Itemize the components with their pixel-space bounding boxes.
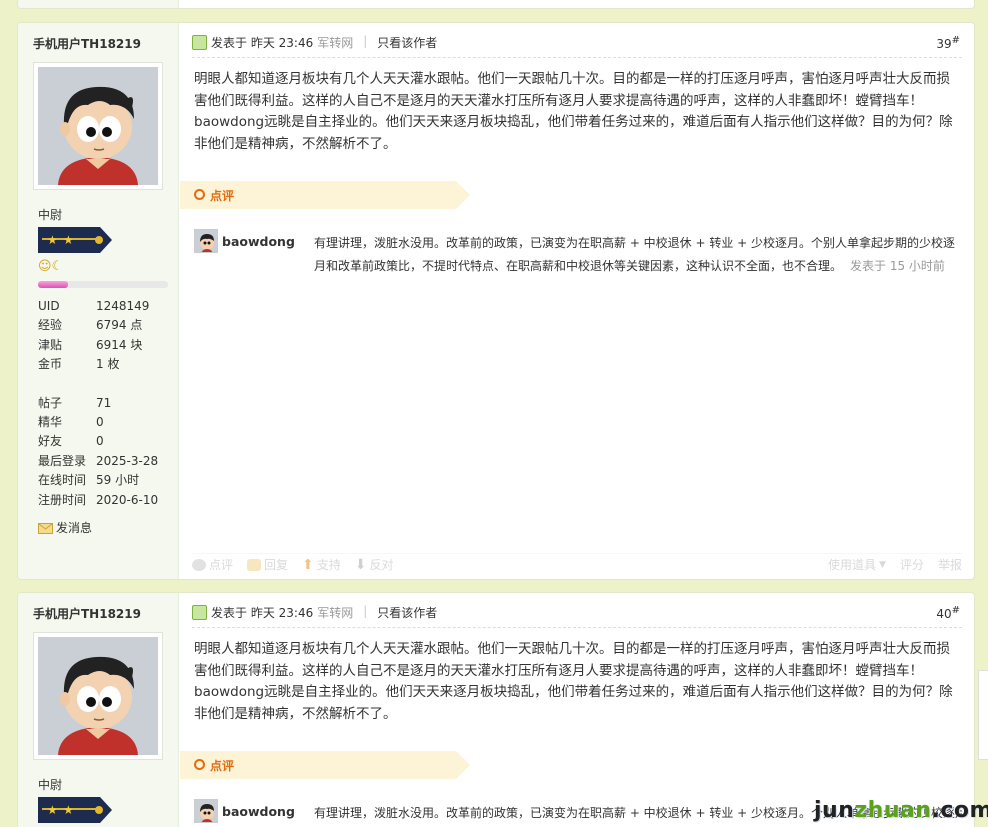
floor-number[interactable]: 40# [936,605,960,621]
comment-time: 发表于 15 小时前 [850,259,945,273]
stat-row-coins: 金币 1 枚 [38,357,120,372]
rank-badge-icon: ★ ★ [38,227,112,253]
send-message-button[interactable]: 发消息 [38,519,92,536]
comment-text: 有理讲理，泼脏水没用。改革前的政策，已演变为在职高薪 + 中校退休 + 转业 +… [314,236,956,273]
stat-row-uid: UID 1248149 [38,299,150,313]
rate-button[interactable]: 评分 [900,556,924,573]
svg-text:★: ★ [47,233,58,247]
stat-row-register-time: 注册时间 2020-6-10 [38,492,159,507]
rank-title: 中尉 [38,208,63,222]
thumb-down-icon: ⬇ [354,556,367,573]
level-progress-bar [38,281,168,288]
reply-icon [247,558,262,571]
reply-button[interactable]: 回复 [247,556,288,573]
oppose-button[interactable]: ⬇ 反对 [355,556,394,573]
svg-text:★: ★ [63,233,74,247]
rank-title: 中尉 [38,778,63,792]
author-stats: UID 1248149 经验 6794 点 津贴 6914 块 金币 1 枚 帖子 71 … [38,297,178,510]
online-status-icon [192,35,207,50]
stat-row-last-login: 最后登录 2025-3-28 [38,453,159,468]
review-button[interactable]: 点评 [192,556,233,573]
stat-row-friends: 好友 0 [38,434,104,449]
post-source[interactable]: 军转网 [317,34,353,51]
svg-text:★: ★ [63,803,74,817]
stat-row-online-time: 在线时间 59 小时 [38,473,140,488]
chevron-down-icon: ▼ [879,559,886,570]
stat-row-digest: 精华 0 [38,414,104,429]
rank-badge-icon: ★ ★ [38,797,112,823]
post-main: 发表于 昨天 23:46 军转网 | 只看该作者 40# 明眼人都知道逐月板块有… [180,593,974,827]
stat-row-experience: 经验 6794 点 [38,318,143,333]
post-source[interactable]: 军转网 [317,604,353,621]
previous-post-remnant [17,0,975,9]
avatar-cartoon-image [38,67,158,185]
commenter-avatar[interactable] [194,229,218,253]
stat-row-allowance: 津贴 6914 块 [38,337,143,352]
review-section-header: 点评 [180,751,470,779]
author-username[interactable]: 手机用户TH18219 [33,35,141,52]
commenter-avatar[interactable] [194,799,218,823]
post-action-bar: 点评 回复 ⬆ 支持 ⬇ 反对 使用道具 ▼ 评分 举报 [192,553,962,575]
level-icons: ☺☾ [38,259,64,274]
svg-text:★: ★ [47,803,58,817]
author-sidebar: 手机用户TH18219 中尉 ★ ★ [18,593,179,827]
online-status-icon [192,605,207,620]
review-circle-icon [194,759,205,770]
avatar[interactable] [33,62,163,190]
author-sidebar: 手机用户TH18219 中尉 ★ ★ [18,23,179,579]
report-button[interactable]: 举报 [938,556,962,573]
author-username[interactable]: 手机用户TH18219 [33,605,141,622]
post-header: 发表于 昨天 23:46 军转网 | 只看该作者 [192,604,962,628]
review-circle-icon [194,189,205,200]
review-icon [192,558,206,571]
thumb-up-icon: ⬆ [302,556,314,573]
avatar[interactable] [33,632,163,760]
commenter-name[interactable]: baowdong [222,804,295,819]
post-floor-40: 手机用户TH18219 中尉 ★ ★ 发表于 昨天 23:46 军转网 | 只看… [17,592,975,827]
commenter-name[interactable]: baowdong [222,234,295,249]
stat-row-posts: 帖子 71 [38,395,112,410]
only-author-link[interactable]: 只看该作者 [377,604,437,621]
only-author-link[interactable]: 只看该作者 [377,34,437,51]
post-time: 发表于 昨天 23:46 [211,36,314,50]
post-time: 发表于 昨天 23:46 [211,606,314,620]
post-main: 发表于 昨天 23:46 军转网 | 只看该作者 39# 明眼人都知道逐月板块有… [180,23,974,579]
side-float-tab[interactable] [978,670,988,760]
avatar-cartoon-image [38,637,158,755]
post-floor-39: 手机用户TH18219 中尉 ★ ★ ☺☾ UID 1248149 经验 679… [17,22,975,580]
site-watermark-logo: junzhuan.com [814,798,988,823]
post-header: 发表于 昨天 23:46 军转网 | 只看该作者 [192,34,962,58]
support-button[interactable]: ⬆ 支持 [302,556,341,573]
floor-number[interactable]: 39# [936,35,960,51]
post-content: 明眼人都知道逐月板块有几个人天天灌水跟帖。他们一天跟帖几十次。目的都是一样的打压… [194,71,953,152]
message-envelope-icon [38,523,53,534]
review-section-header: 点评 [180,181,470,209]
use-tools-dropdown[interactable]: 使用道具 ▼ [828,556,886,573]
post-content: 明眼人都知道逐月板块有几个人天天灌水跟帖。他们一天跟帖几十次。目的都是一样的打压… [194,641,953,722]
